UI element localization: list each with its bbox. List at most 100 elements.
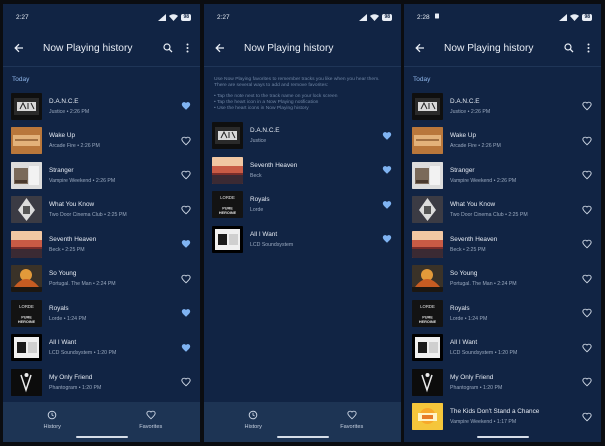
- track-title: My Only Friend: [450, 373, 494, 381]
- list-item[interactable]: All I Want LCD Soundsystem • 1:20 PM: [3, 331, 200, 366]
- track-text: My Only Friend Phantogram • 1:20 PM: [49, 374, 179, 391]
- page-title: Now Playing history: [444, 42, 534, 54]
- heart-outline-icon[interactable]: [580, 341, 594, 355]
- heart-filled-icon[interactable]: [179, 99, 193, 113]
- heart-outline-icon[interactable]: [580, 99, 594, 113]
- heart-outline-icon[interactable]: [580, 375, 594, 389]
- heart-outline-icon[interactable]: [580, 237, 594, 251]
- list-item[interactable]: Seventh Heaven Beck: [204, 153, 401, 188]
- back-arrow-icon[interactable]: [11, 40, 27, 56]
- history-list: D.A.N.C.E Justice • 2:26 PM Wake Up Arcade …: [3, 89, 200, 400]
- track-title: Wake Up: [450, 132, 477, 140]
- notification-icon: [434, 13, 440, 21]
- list-item[interactable]: My Only Friend Phantogram • 1:20 PM: [3, 365, 200, 400]
- track-title: What You Know: [450, 201, 496, 209]
- list-item[interactable]: My Only Friend Phantogram • 1:20 PM: [404, 365, 601, 400]
- page-title: Now Playing history: [244, 42, 334, 54]
- heart-outline-icon[interactable]: [580, 306, 594, 320]
- list-item[interactable]: LORDE PURE HEROINE Royals Lorde: [204, 187, 401, 222]
- list-item[interactable]: What You Know Two Door Cinema Club • 2:25…: [404, 193, 601, 228]
- list-item[interactable]: D.A.N.C.E Justice • 2:26 PM: [404, 89, 601, 124]
- list-item[interactable]: All I Want LCD Soundsystem • 1:20 PM: [404, 331, 601, 366]
- list-item[interactable]: All I Want LCD Soundsystem: [204, 222, 401, 257]
- app-bar: Now Playing history: [3, 30, 200, 66]
- heart-outline-icon[interactable]: [179, 134, 193, 148]
- track-meta: Justice: [250, 138, 267, 145]
- status-time: 2:27: [217, 13, 230, 21]
- track-meta: Lorde • 1:24 PM: [49, 315, 87, 322]
- track-text: What You Know Two Door Cinema Club • 2:25…: [49, 201, 179, 218]
- heart-filled-icon[interactable]: [380, 198, 394, 212]
- list-item[interactable]: So Young Portugal. The Man • 2:24 PM: [404, 262, 601, 297]
- heart-filled-icon[interactable]: [380, 232, 394, 246]
- album-art: [11, 230, 42, 258]
- gesture-bar: [476, 436, 529, 438]
- heart-outline-icon[interactable]: [179, 168, 193, 182]
- track-text: Royals Lorde • 1:24 PM: [450, 305, 580, 322]
- list-item[interactable]: Wake Up Arcade Fire • 2:26 PM: [3, 124, 200, 159]
- bottom-nav: History Favorites: [3, 402, 200, 442]
- list-item[interactable]: Stranger Vampire Weekend • 2:26 PM: [404, 158, 601, 193]
- track-text: My Only Friend Phantogram • 1:20 PM: [450, 374, 580, 391]
- track-text: What You Know Two Door Cinema Club • 2:25…: [450, 201, 580, 218]
- list-item[interactable]: Seventh Heaven Beck • 2:25 PM: [3, 227, 200, 262]
- heart-filled-icon[interactable]: [179, 237, 193, 251]
- list-item[interactable]: The Kids Don't Stand a Chance Vampire Wee…: [404, 400, 601, 435]
- track-text: All I Want LCD Soundsystem • 1:20 PM: [49, 339, 179, 356]
- heart-filled-icon[interactable]: [380, 129, 394, 143]
- more-vert-icon[interactable]: [583, 40, 593, 56]
- search-icon[interactable]: [160, 40, 176, 56]
- svg-text:PURE: PURE: [422, 315, 433, 319]
- more-vert-icon[interactable]: [182, 40, 192, 56]
- track-meta: Lorde • 1:24 PM: [450, 315, 488, 322]
- track-text: Seventh Heaven Beck • 2:25 PM: [450, 236, 580, 253]
- album-art: [11, 368, 42, 396]
- list-item[interactable]: D.A.N.C.E Justice • 2:26 PM: [3, 89, 200, 124]
- track-text: Stranger Vampire Weekend • 2:26 PM: [49, 167, 179, 184]
- screen-favorites: 2:27 98 Now Playing history Use Now Play…: [204, 4, 401, 442]
- heart-filled-icon[interactable]: [179, 306, 193, 320]
- album-art: [412, 265, 443, 293]
- track-title: All I Want: [250, 230, 278, 238]
- nav-history-label: History: [43, 424, 61, 430]
- heart-outline-icon[interactable]: [179, 375, 193, 389]
- heart-outline-icon[interactable]: [580, 203, 594, 217]
- svg-text:PURE: PURE: [21, 315, 32, 319]
- list-item[interactable]: Seventh Heaven Beck • 2:25 PM: [404, 227, 601, 262]
- list-item[interactable]: What You Know Two Door Cinema Club • 2:25…: [3, 193, 200, 228]
- track-title: All I Want: [49, 339, 77, 347]
- list-item[interactable]: So Young Portugal. The Man • 2:24 PM: [3, 262, 200, 297]
- list-item[interactable]: Stranger Vampire Weekend • 2:26 PM: [3, 158, 200, 193]
- list-item[interactable]: D.A.N.C.E Justice: [204, 118, 401, 153]
- album-art: [412, 196, 443, 224]
- signal-icon: [359, 13, 368, 21]
- track-title: Stranger: [450, 166, 475, 174]
- album-art: [11, 334, 42, 362]
- back-arrow-icon[interactable]: [212, 40, 228, 56]
- gesture-bar: [75, 436, 128, 438]
- track-text: All I Want LCD Soundsystem: [250, 231, 380, 248]
- back-arrow-icon[interactable]: [412, 40, 428, 56]
- list-item[interactable]: LORDE PURE HEROINE Royals Lorde • 1:24 PM: [3, 296, 200, 331]
- list-item[interactable]: Wake Up Arcade Fire • 2:26 PM: [404, 124, 601, 159]
- status-time: 2:28: [417, 13, 430, 21]
- album-art: [11, 92, 42, 120]
- heart-outline-icon[interactable]: [179, 272, 193, 286]
- heart-outline-icon[interactable]: [580, 272, 594, 286]
- track-meta: Vampire Weekend • 2:26 PM: [450, 177, 517, 184]
- heart-outline-icon[interactable]: [179, 203, 193, 217]
- heart-outline-icon[interactable]: [580, 134, 594, 148]
- track-title: The Kids Don't Stand a Chance: [450, 408, 540, 416]
- list-item[interactable]: LORDE PURE HEROINE Royals Lorde • 1:24 PM: [404, 296, 601, 331]
- nav-favorites-label: Favorites: [139, 424, 163, 430]
- track-title: Royals: [49, 304, 69, 312]
- heart-filled-icon[interactable]: [380, 163, 394, 177]
- track-meta: Arcade Fire • 2:26 PM: [450, 143, 501, 150]
- search-icon[interactable]: [561, 40, 577, 56]
- track-meta: Beck • 2:25 PM: [49, 246, 85, 253]
- track-meta: LCD Soundsystem • 1:20 PM: [49, 350, 117, 357]
- heart-outline-icon[interactable]: [580, 168, 594, 182]
- heart-filled-icon[interactable]: [179, 341, 193, 355]
- track-text: Wake Up Arcade Fire • 2:26 PM: [49, 132, 179, 149]
- heart-outline-icon[interactable]: [580, 410, 594, 424]
